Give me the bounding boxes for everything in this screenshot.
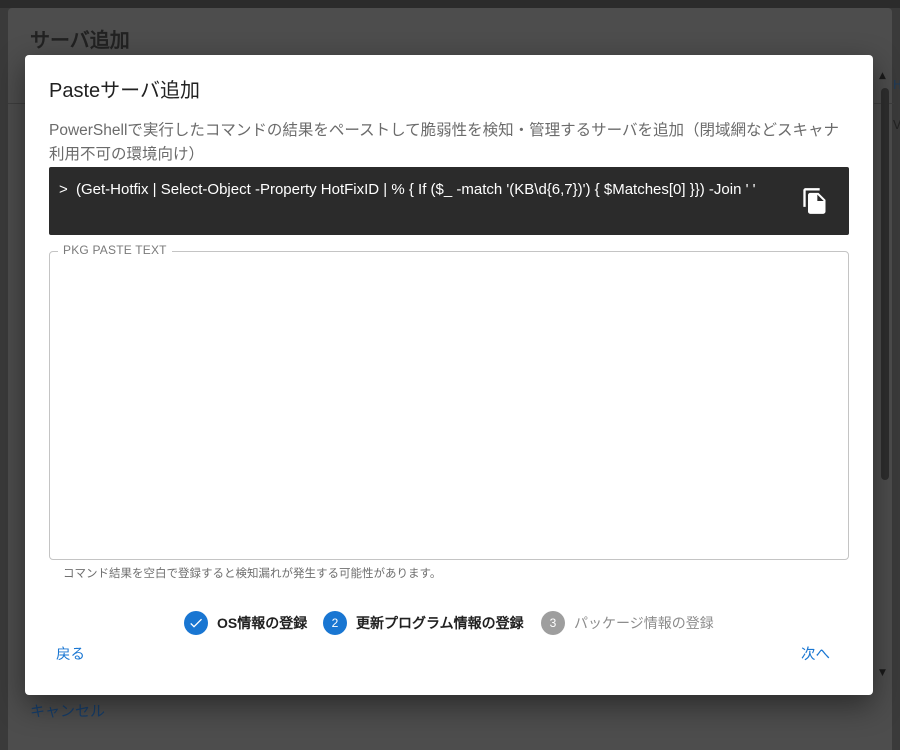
parent-dialog-title: サーバ追加 [30,28,130,52]
copy-button[interactable] [801,187,829,215]
stepper: OS情報の登録 2 更新プログラム情報の登録 3 パッケージ情報の登録 [25,610,873,636]
app-top-bar [0,0,900,8]
step-label: OS情報の登録 [217,615,308,631]
pkg-paste-field: PKG PASTE TEXT [49,243,849,560]
scroll-up-icon[interactable]: ▲ [879,71,886,81]
back-button[interactable]: 戻る [56,643,85,664]
background-text-fragment: V [893,118,900,132]
step-label: 更新プログラム情報の登録 [356,615,524,631]
next-button[interactable]: 次へ [801,643,830,664]
copy-icon [803,188,826,214]
pkg-paste-label: PKG PASTE TEXT [58,243,172,257]
scrollbar-thumb[interactable] [881,88,889,480]
step-update-programs: 2 更新プログラム情報の登録 [323,610,524,636]
pkg-paste-textarea[interactable] [60,264,840,550]
command-text: (Get-Hotfix | Select-Object -Property Ho… [76,181,756,198]
dialog-description: PowerShellで実行したコマンドの結果をペーストして脆弱性を検知・管理する… [49,122,840,163]
background-link-fragment: H [893,78,900,92]
step-number: 2 [323,611,347,635]
helper-text: コマンド結果を空白で登録すると検知漏れが発生する可能性があります。 [63,568,442,580]
scroll-down-icon[interactable]: ▼ [879,668,886,678]
paste-server-dialog: Pasteサーバ追加 PowerShellで実行したコマンドの結果をペーストして… [25,55,873,695]
step-package-info: 3 パッケージ情報の登録 [541,610,714,636]
step-completed-check-icon [184,611,208,635]
step-os-info: OS情報の登録 [184,610,307,636]
divider [8,103,26,104]
command-prompt: > [59,181,68,198]
cancel-button[interactable]: キャンセル [30,700,105,721]
command-block: > (Get-Hotfix | Select-Object -Property … [49,167,849,235]
dialog-title: Pasteサーバ追加 [49,80,200,102]
step-label: パッケージ情報の登録 [574,615,714,631]
step-number: 3 [541,611,565,635]
